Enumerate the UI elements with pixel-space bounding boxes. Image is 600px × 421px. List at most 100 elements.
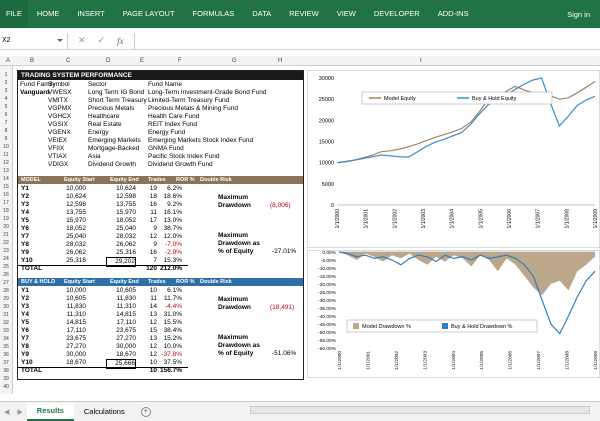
ribbon-tab-insert[interactable]: INSERT xyxy=(68,0,113,28)
fund-sector[interactable]: Precious Metals xyxy=(88,105,134,113)
row-number[interactable]: 31 xyxy=(0,312,12,318)
model-equity-start[interactable]: 25,316 xyxy=(58,257,86,265)
fund-sector[interactable]: Emerging Markets xyxy=(88,137,141,145)
buyhold-year[interactable]: Y5 xyxy=(21,319,29,327)
model-equity-start[interactable]: 26,062 xyxy=(58,249,86,257)
ribbon-tab-view[interactable]: VIEW xyxy=(328,0,365,28)
model-drawdown-pct-label[interactable]: Drawdown as xyxy=(218,240,260,248)
prev-sheet-icon[interactable]: ◀ xyxy=(0,408,13,416)
row-number[interactable]: 36 xyxy=(0,352,12,358)
model-equity-start[interactable]: 13,755 xyxy=(58,209,86,217)
row-number[interactable]: 24 xyxy=(0,256,12,262)
fund-name[interactable]: Pacific Stock Index Fund xyxy=(148,153,220,161)
add-sheet-icon[interactable]: + xyxy=(140,406,151,417)
buyhold-drawdown-pct-value[interactable]: -51.06% xyxy=(272,350,296,358)
column-header-e[interactable]: E xyxy=(140,56,144,66)
row-number[interactable]: 2 xyxy=(0,80,12,86)
row-number[interactable]: 27 xyxy=(0,280,12,286)
ribbon-tab-data[interactable]: DATA xyxy=(243,0,280,28)
buyhold-ror[interactable]: 11.7% xyxy=(160,295,182,303)
row-number[interactable]: 3 xyxy=(0,88,12,94)
buyhold-drawdown-pct-label[interactable]: Drawdown as xyxy=(218,342,260,350)
model-year[interactable]: Y6 xyxy=(21,225,29,233)
buyhold-equity-start[interactable]: 11,310 xyxy=(58,311,86,319)
formula-input[interactable] xyxy=(133,32,600,49)
model-max-drawdown-value[interactable]: (8,006) xyxy=(270,202,291,210)
buyhold-max-drawdown-label[interactable]: Drawdown xyxy=(218,304,251,312)
buyhold-ror[interactable]: 6.1% xyxy=(160,287,182,295)
fund-sector[interactable]: Energy xyxy=(88,129,109,137)
model-total-label[interactable]: TOTAL xyxy=(21,265,42,273)
row-number[interactable]: 16 xyxy=(0,192,12,198)
fund-symbol[interactable]: VGPMX xyxy=(48,105,71,113)
row-number[interactable]: 39 xyxy=(0,376,12,382)
row-number[interactable]: 1 xyxy=(0,72,12,78)
model-ror[interactable]: -7.0% xyxy=(160,241,182,249)
row-number[interactable]: 19 xyxy=(0,216,12,222)
buyhold-equity-start[interactable]: 23,675 xyxy=(58,335,86,343)
buyhold-equity-start[interactable]: 17,110 xyxy=(58,327,86,335)
model-ror[interactable]: -2.9% xyxy=(160,249,182,257)
model-drawdown-pct-label[interactable]: Maximum xyxy=(218,232,248,240)
buyhold-equity-end[interactable]: 27,270 xyxy=(106,335,136,343)
column-header-a[interactable]: A xyxy=(6,56,10,66)
model-max-drawdown-label[interactable]: Maximum xyxy=(218,194,248,202)
buyhold-equity-start[interactable]: 30,000 xyxy=(58,351,86,359)
fund-symbol[interactable]: VDIGX xyxy=(48,161,68,169)
fund-name[interactable]: Health Care Fund xyxy=(148,113,199,121)
buyhold-year[interactable]: Y1 xyxy=(21,287,29,295)
buyhold-year[interactable]: Y6 xyxy=(21,327,29,335)
buyhold-equity-start[interactable]: 14,815 xyxy=(58,319,86,327)
buyhold-year[interactable]: Y10 xyxy=(21,359,33,367)
buyhold-ror[interactable]: 15.2% xyxy=(160,335,182,343)
buyhold-equity-end[interactable]: 18,670 xyxy=(106,351,136,359)
row-number[interactable]: 15 xyxy=(0,184,12,190)
row-number[interactable]: 18 xyxy=(0,208,12,214)
fund-symbol[interactable]: VGENX xyxy=(48,129,71,137)
buyhold-trades[interactable]: 12 xyxy=(143,319,157,327)
buyhold-ror[interactable]: 37.5% xyxy=(160,359,182,367)
ribbon-tab-developer[interactable]: DEVELOPER xyxy=(365,0,429,28)
model-year[interactable]: Y5 xyxy=(21,217,29,225)
model-equity-start[interactable]: 28,032 xyxy=(58,241,86,249)
model-equity-end[interactable]: 10,624 xyxy=(106,185,136,193)
buyhold-ror[interactable]: 38.4% xyxy=(160,327,182,335)
buyhold-trades[interactable]: 12 xyxy=(143,343,157,351)
buyhold-equity-end[interactable]: 11,310 xyxy=(106,303,136,311)
row-number[interactable]: 30 xyxy=(0,304,12,310)
ribbon-tab-review[interactable]: REVIEW xyxy=(280,0,328,28)
model-trades[interactable]: 11 xyxy=(143,209,157,217)
buyhold-trades[interactable]: 13 xyxy=(143,335,157,343)
row-number[interactable]: 11 xyxy=(0,152,12,158)
row-number[interactable]: 40 xyxy=(0,384,12,390)
model-year[interactable]: Y4 xyxy=(21,209,29,217)
model-equity-start[interactable]: 15,970 xyxy=(58,217,86,225)
buyhold-ror[interactable]: -37.8% xyxy=(160,351,182,359)
fund-header[interactable]: Symbol xyxy=(48,81,70,89)
row-number[interactable]: 29 xyxy=(0,296,12,302)
model-equity-start[interactable]: 12,598 xyxy=(58,201,86,209)
buyhold-drawdown-pct-label[interactable]: % of Equity xyxy=(218,350,253,358)
buyhold-drawdown-pct-label[interactable]: Maximum xyxy=(218,334,248,342)
fund-family[interactable]: Vanguard xyxy=(20,89,50,97)
row-number[interactable]: 6 xyxy=(0,112,12,118)
buyhold-year[interactable]: Y8 xyxy=(21,343,29,351)
buyhold-equity-end[interactable]: 11,830 xyxy=(106,295,136,303)
buyhold-trades[interactable]: 14 xyxy=(143,303,157,311)
model-equity-start[interactable]: 25,040 xyxy=(58,233,86,241)
fund-name[interactable]: Dividend Growth Fund xyxy=(148,161,213,169)
model-trades[interactable]: 17 xyxy=(143,217,157,225)
fund-symbol[interactable]: VMITX xyxy=(48,97,68,105)
model-drawdown-pct-label[interactable]: % of Equity xyxy=(218,248,253,256)
insert-function-icon[interactable]: fx xyxy=(117,36,124,46)
buyhold-year[interactable]: Y3 xyxy=(21,303,29,311)
fund-name[interactable]: Long-Term Investment-Grade Bond Fund xyxy=(148,89,267,97)
buyhold-ror[interactable]: 15.5% xyxy=(160,319,182,327)
column-header-g[interactable]: G xyxy=(232,56,237,66)
buyhold-equity-start[interactable]: 11,830 xyxy=(58,303,86,311)
buyhold-total-label[interactable]: TOTAL xyxy=(21,367,42,375)
buyhold-year[interactable]: Y9 xyxy=(21,351,29,359)
model-trades[interactable]: 7 xyxy=(143,257,157,265)
row-number[interactable]: 13 xyxy=(0,168,12,174)
model-ror[interactable]: 15.3% xyxy=(160,257,182,265)
